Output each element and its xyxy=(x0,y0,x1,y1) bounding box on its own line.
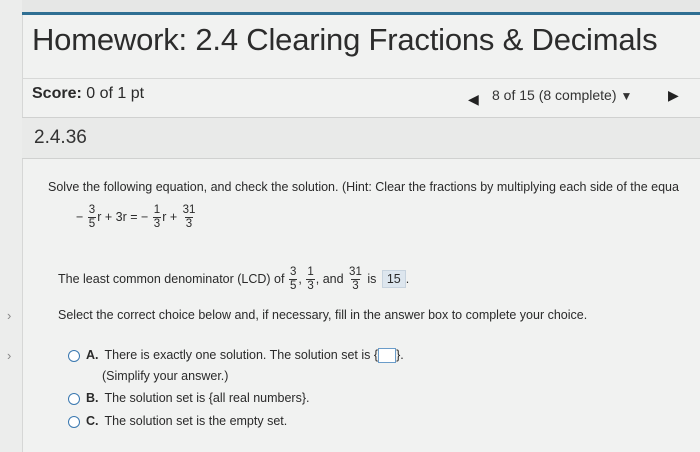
chevron-right-icon[interactable]: › xyxy=(7,348,11,363)
choice-a-letter: A. xyxy=(86,348,99,362)
eq-fraction-1: 3 5 xyxy=(87,204,97,231)
question-selector[interactable]: 8 of 15 (8 complete) ▼ xyxy=(492,83,662,107)
eq-fraction-2-denominator: 3 xyxy=(152,217,162,230)
eq-sign-1: − xyxy=(76,209,84,224)
choice-a[interactable]: A. There is exactly one solution. The sol… xyxy=(68,348,404,364)
score-value: 0 of 1 pt xyxy=(86,85,145,102)
choice-b-letter: B. xyxy=(86,391,99,405)
equation: − 3 5 r + 3r = − 1 3 r + 31 3 xyxy=(76,204,197,231)
question-content: Solve the following equation, and check … xyxy=(22,158,700,452)
lcd-fraction-c-denominator: 3 xyxy=(351,279,360,292)
eq-suffix: r + xyxy=(162,209,178,224)
top-band xyxy=(22,0,700,15)
eq-fraction-3-denominator: 3 xyxy=(184,217,194,230)
question-id-bar: 2.4.36 xyxy=(22,117,700,159)
eq-middle: r + 3r = xyxy=(97,209,138,224)
left-gutter: › › xyxy=(0,0,23,452)
radio-button-c[interactable] xyxy=(68,415,80,428)
lcd-fraction-c-numerator: 31 xyxy=(349,266,362,278)
lcd-comma: , xyxy=(298,271,302,286)
lcd-fraction-b-numerator: 1 xyxy=(307,266,314,278)
lcd-fraction-a: 3 5 xyxy=(288,266,298,293)
score-row: Score: 0 of 1 pt ◀ 8 of 15 (8 complete) ▼… xyxy=(22,78,700,115)
lcd-fraction-b: 1 3 xyxy=(306,266,315,293)
score: Score: 0 of 1 pt xyxy=(32,85,144,103)
page-title: Homework: 2.4 Clearing Fractions & Decim… xyxy=(32,22,658,57)
chevron-right-icon[interactable]: › xyxy=(7,308,11,323)
solution-answer-box[interactable] xyxy=(378,348,397,364)
next-question-icon[interactable]: ▶ xyxy=(668,87,679,104)
question-progress: 8 of 15 (8 complete) xyxy=(492,87,617,103)
choice-a-note: (Simplify your answer.) xyxy=(102,369,229,383)
lcd-fraction-a-denominator: 5 xyxy=(288,279,298,292)
caret-down-icon: ▼ xyxy=(620,89,633,103)
lcd-fraction-a-numerator: 3 xyxy=(289,266,297,278)
choice-c-letter: C. xyxy=(86,414,99,428)
lcd-answer-box[interactable]: 15 xyxy=(381,269,406,288)
choice-c-text: The solution set is the empty set. xyxy=(104,414,288,428)
question-id: 2.4.36 xyxy=(34,127,87,148)
eq-sign-2: − xyxy=(140,209,149,224)
lcd-is: is xyxy=(367,271,377,286)
eq-fraction-1-numerator: 3 xyxy=(88,204,96,216)
eq-fraction-3: 31 3 xyxy=(182,204,197,231)
choice-c[interactable]: C. The solution set is the empty set. xyxy=(68,414,287,428)
previous-question-icon[interactable]: ◀ xyxy=(468,91,479,108)
eq-fraction-3-numerator: 31 xyxy=(182,204,196,216)
radio-button-a[interactable] xyxy=(68,349,80,362)
radio-button-b[interactable] xyxy=(68,392,80,405)
score-label: Score: xyxy=(32,85,82,102)
lcd-statement: The least common denominator (LCD) of 3 … xyxy=(58,266,409,293)
eq-fraction-1-denominator: 5 xyxy=(87,217,97,230)
select-prompt: Select the correct choice below and, if … xyxy=(58,308,588,322)
lcd-fraction-c: 31 3 xyxy=(348,266,363,293)
eq-fraction-2-numerator: 1 xyxy=(153,204,161,216)
lcd-and: , and xyxy=(315,271,344,286)
brace-close: }. xyxy=(396,348,404,362)
choice-b-text: The solution set is {all real numbers}. xyxy=(104,391,310,405)
choice-a-text: There is exactly one solution. The solut… xyxy=(104,348,371,362)
lcd-prefix: The least common denominator (LCD) of xyxy=(58,271,285,286)
lcd-fraction-b-denominator: 3 xyxy=(306,279,315,292)
eq-fraction-2: 1 3 xyxy=(152,204,162,231)
lcd-end: . xyxy=(405,271,410,286)
choice-b[interactable]: B. The solution set is {all real numbers}… xyxy=(68,391,309,405)
instruction-text: Solve the following equation, and check … xyxy=(48,180,679,194)
